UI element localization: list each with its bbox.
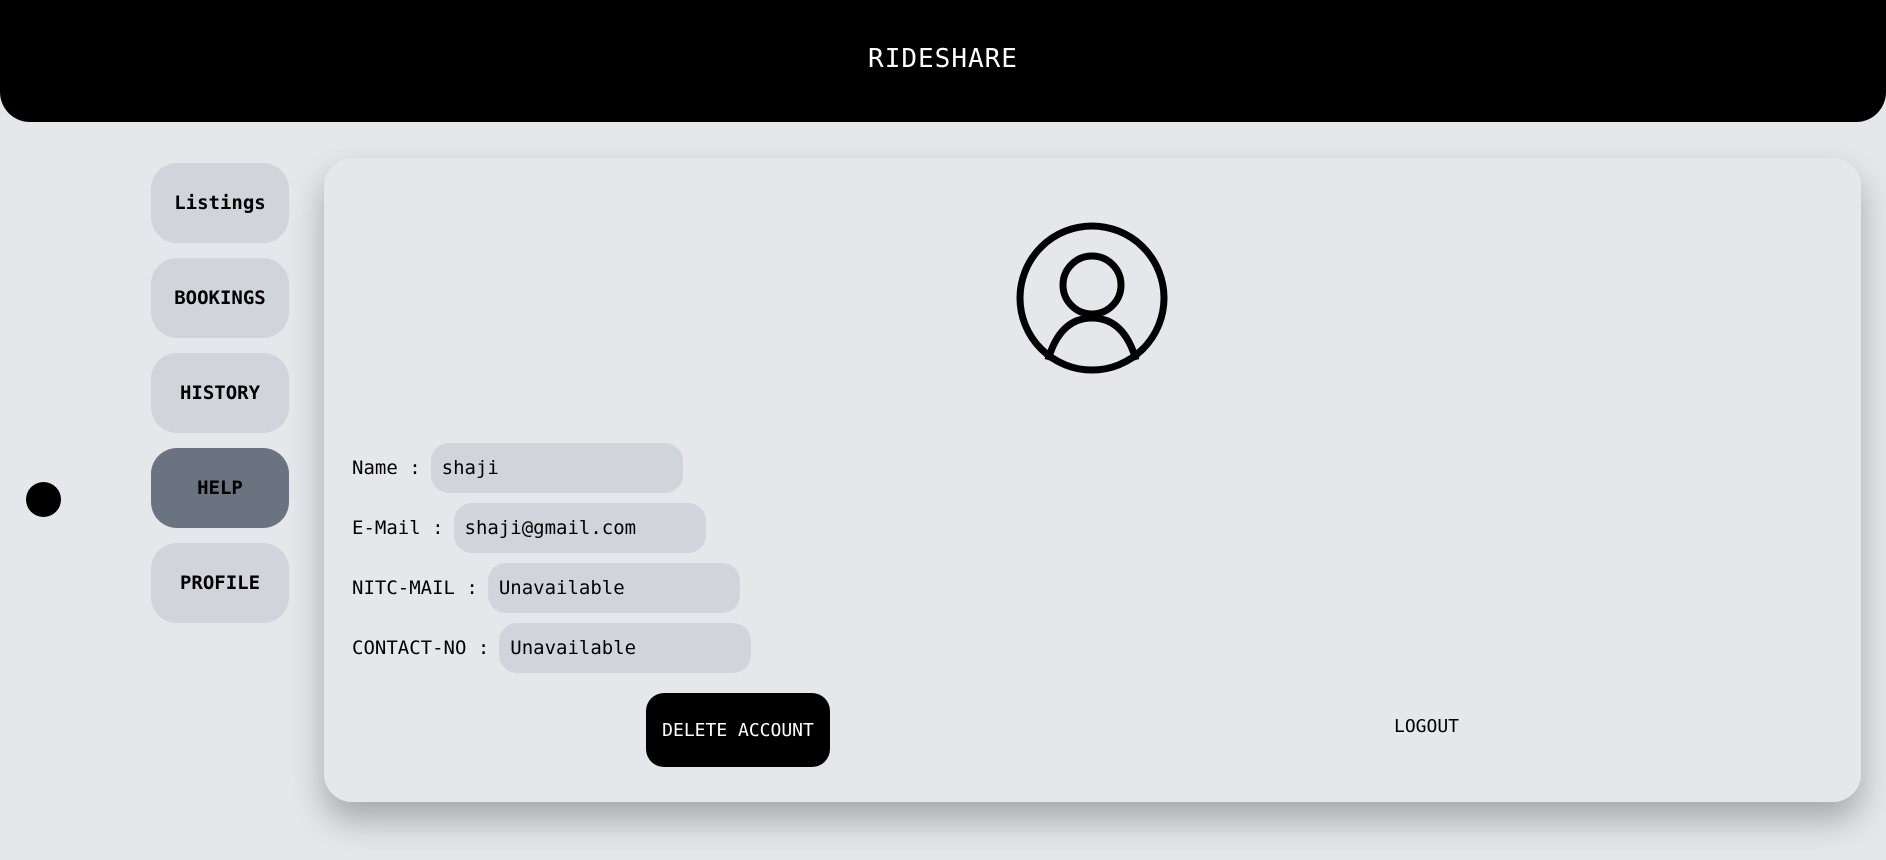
sidebar-item-profile[interactable]: PROFILE	[151, 543, 289, 623]
nitc-mail-row: NITC-MAIL :	[352, 563, 740, 613]
sidebar-item-help[interactable]: HELP	[151, 448, 289, 528]
sidebar-nav: Listings BOOKINGS HISTORY HELP PROFILE	[151, 163, 289, 638]
contact-label: CONTACT-NO :	[352, 637, 490, 659]
email-label: E-Mail :	[352, 517, 444, 539]
sidebar-item-bookings[interactable]: BOOKINGS	[151, 258, 289, 338]
nitc-mail-label: NITC-MAIL :	[352, 577, 478, 599]
profile-card: Name : E-Mail : NITC-MAIL : CONTACT-NO :…	[324, 158, 1861, 802]
delete-account-button[interactable]: DELETE ACCOUNT	[646, 693, 830, 767]
contact-row: CONTACT-NO :	[352, 623, 752, 673]
sidebar-item-history[interactable]: HISTORY	[151, 353, 289, 433]
sidebar-item-listings[interactable]: Listings	[151, 163, 289, 243]
logout-button[interactable]: LOGOUT	[1394, 716, 1459, 737]
contact-field[interactable]	[499, 623, 752, 673]
name-field[interactable]	[430, 443, 683, 493]
floating-dot[interactable]	[26, 482, 61, 517]
user-circle-icon	[1016, 222, 1168, 374]
nitc-mail-field[interactable]	[487, 563, 740, 613]
app-header: RIDESHARE	[0, 0, 1886, 122]
app-title: RIDESHARE	[868, 44, 1018, 74]
email-row: E-Mail :	[352, 503, 706, 553]
email-field[interactable]	[453, 503, 706, 553]
name-label: Name :	[352, 457, 421, 479]
name-row: Name :	[352, 443, 683, 493]
